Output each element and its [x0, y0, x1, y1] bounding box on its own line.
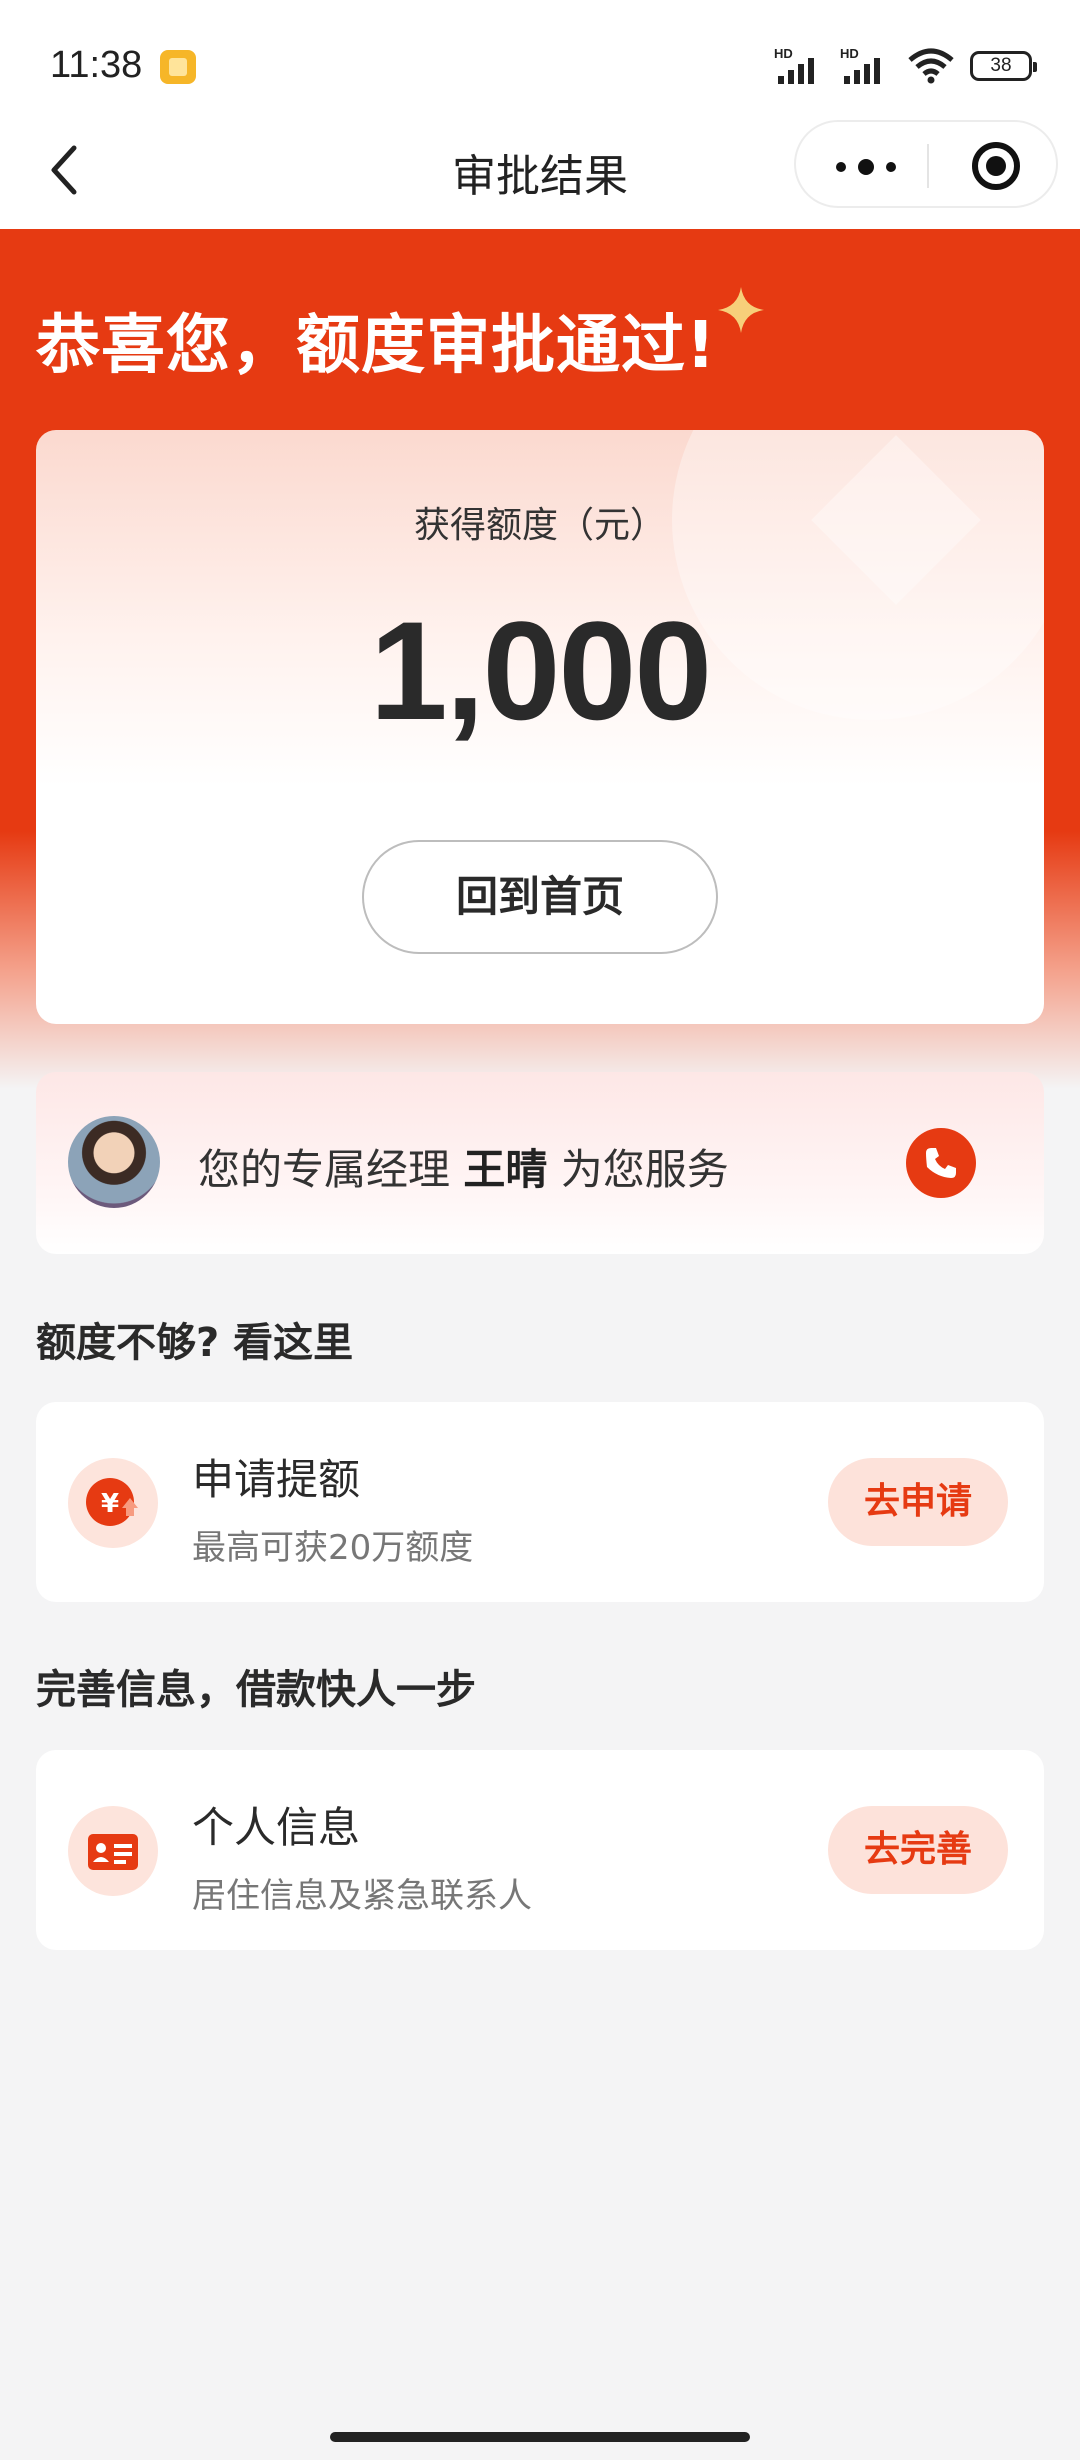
apply-increase-subtitle: 最高可获20万额度 — [192, 1528, 474, 1568]
target-circle-icon[interactable] — [972, 142, 1020, 190]
personal-info-subtitle: 居住信息及紧急联系人 — [192, 1876, 532, 1916]
manager-prefix: 您的专属经理 — [198, 1145, 451, 1194]
section-title-limit: 额度不够? 看这里 — [36, 1320, 354, 1366]
apply-increase-card[interactable]: ¥ 申请提额 最高可获20万额度 去申请 — [36, 1402, 1044, 1602]
back-home-button[interactable]: 回到首页 — [362, 840, 718, 954]
status-time: 11:38 — [50, 44, 143, 86]
avatar — [68, 1116, 160, 1208]
wifi-icon — [906, 48, 956, 84]
section-title-info: 完善信息，借款快人一步 — [36, 1667, 476, 1713]
nav-bar: 审批结果 — [0, 110, 1080, 230]
amount-card: 获得额度（元） 1,000 回到首页 — [36, 430, 1044, 1024]
battery-icon: 38 — [970, 51, 1037, 81]
yuan-coin-icon: ¥ — [68, 1458, 158, 1548]
phone-icon — [926, 1148, 956, 1178]
phone-call-button[interactable] — [906, 1128, 976, 1198]
more-dots-icon[interactable] — [836, 152, 896, 182]
signal-icon-2: HD — [840, 46, 892, 84]
manager-text: 您的专属经理 王晴 为您服务 — [198, 1136, 729, 1197]
personal-info-card[interactable]: 个人信息 居住信息及紧急联系人 去完善 — [36, 1750, 1044, 1950]
hero-title: 恭喜您，额度审批通过! — [36, 309, 717, 383]
status-icons: HD HD 38 — [774, 46, 1037, 84]
id-card-icon — [68, 1806, 158, 1896]
mini-program-capsule — [794, 120, 1058, 208]
amount-label: 获得额度（元） — [413, 505, 666, 546]
capsule-divider — [927, 144, 929, 188]
home-indicator[interactable] — [330, 2432, 750, 2442]
signal-icon: HD — [774, 46, 826, 84]
apply-increase-title: 申请提额 — [192, 1455, 361, 1504]
sparkle-icon — [718, 287, 764, 333]
notification-app-icon — [160, 50, 196, 84]
manager-name: 王晴 — [463, 1145, 548, 1194]
svg-text:¥: ¥ — [101, 1489, 119, 1519]
personal-info-title: 个人信息 — [192, 1803, 361, 1852]
amount-value: 1,000 — [369, 592, 712, 749]
complete-button[interactable]: 去完善 — [828, 1806, 1008, 1894]
apply-button[interactable]: 去申请 — [828, 1458, 1008, 1546]
manager-card: 您的专属经理 王晴 为您服务 — [36, 1072, 1044, 1254]
manager-suffix: 为您服务 — [560, 1145, 729, 1194]
